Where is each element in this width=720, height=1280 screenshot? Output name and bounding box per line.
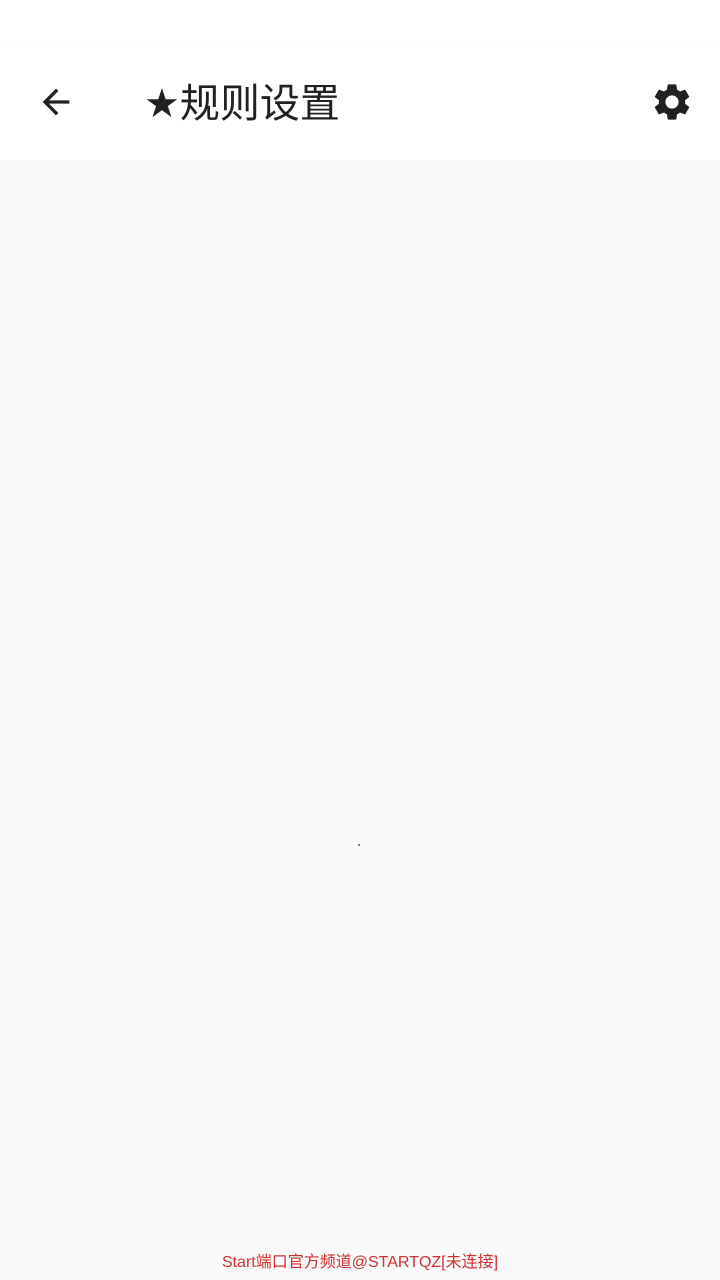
loading-indicator bbox=[358, 844, 360, 846]
status-bar bbox=[0, 0, 720, 48]
app-bar: ★规则设置 bbox=[0, 48, 720, 160]
back-button[interactable] bbox=[24, 72, 88, 136]
content-area bbox=[0, 160, 720, 1250]
gear-icon bbox=[650, 80, 694, 128]
settings-button[interactable] bbox=[640, 72, 704, 136]
page-title: ★规则设置 bbox=[144, 81, 340, 127]
footer-status-text: Start端口官方频道@STARTQZ[未连接] bbox=[221, 1254, 499, 1271]
arrow-back-icon bbox=[36, 82, 76, 126]
